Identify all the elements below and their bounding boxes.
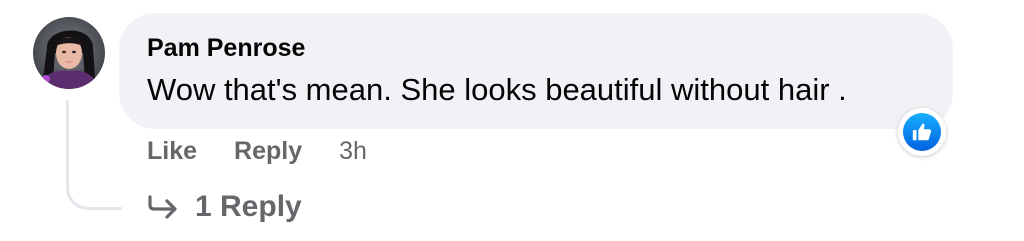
comment-timestamp[interactable]: 3h [339,137,367,166]
view-replies-label: 1 Reply [195,190,302,223]
comment-author[interactable]: Pam Penrose [147,34,305,63]
comment-actions: Like Reply 3h [147,135,367,167]
user-avatar-photo-icon [33,17,105,89]
reaction-badge[interactable] [898,108,946,156]
reply-button[interactable]: Reply [234,137,302,166]
like-button[interactable]: Like [147,137,197,166]
reply-arrow-icon [147,194,179,220]
thread-connector-line [66,100,122,210]
comment-bubble: Pam Penrose Wow that's mean. She looks b… [119,13,953,129]
thumbs-up-icon [903,113,941,151]
view-replies-button[interactable]: 1 Reply [147,189,302,225]
avatar[interactable] [33,17,105,89]
comment-text: Wow that's mean. She looks beautiful wit… [147,72,847,107]
